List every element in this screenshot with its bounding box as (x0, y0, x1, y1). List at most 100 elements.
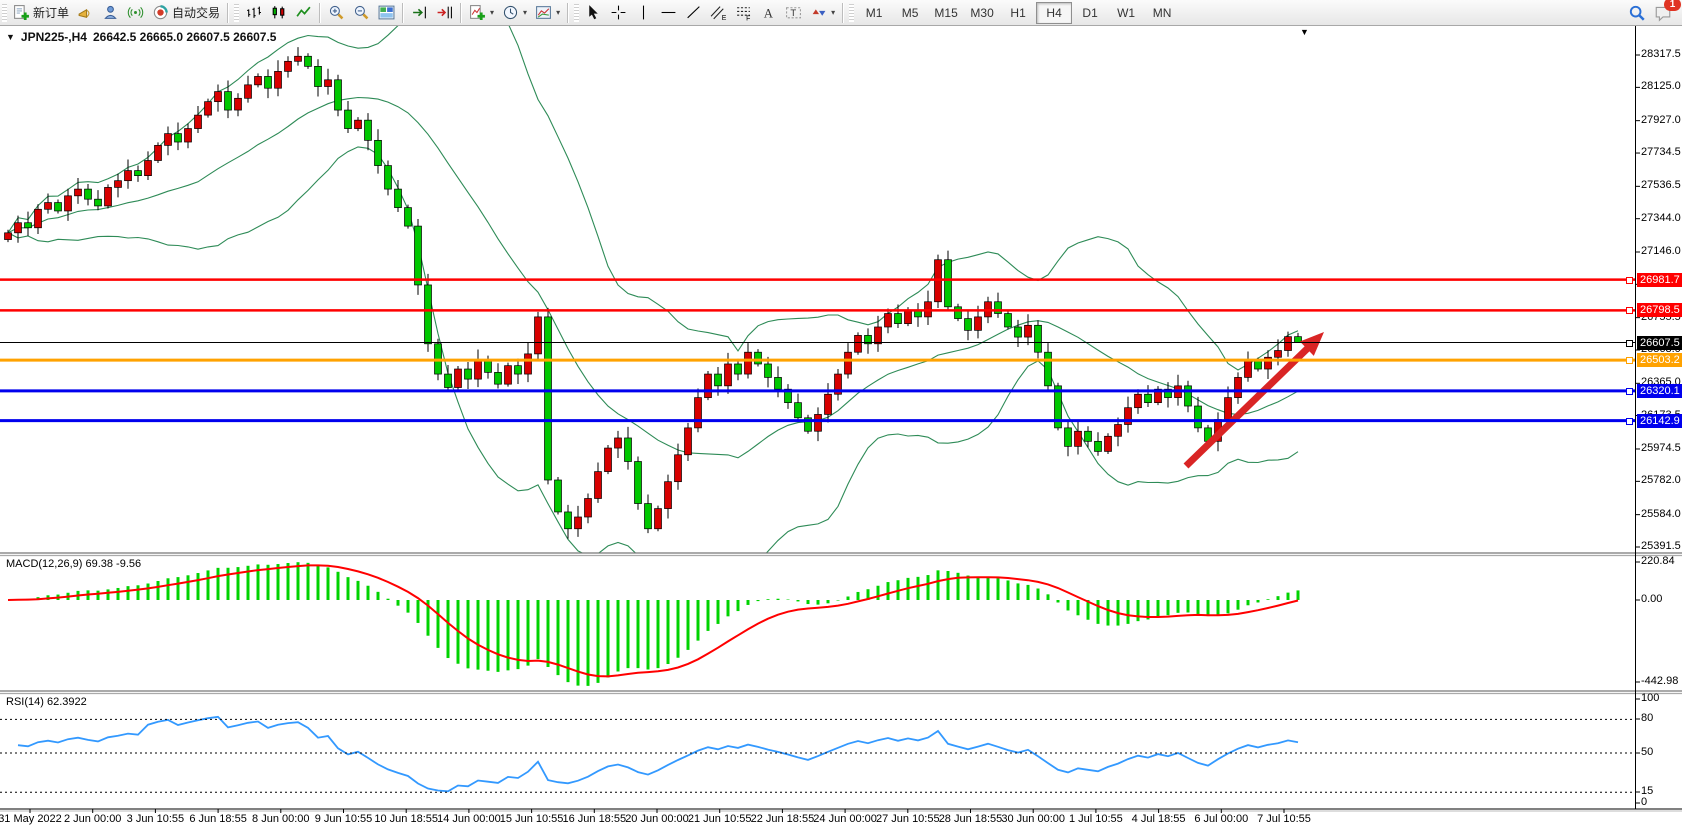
zoom-in-button[interactable] (324, 1, 349, 24)
auto-trading-label: 自动交易 (172, 4, 220, 21)
candle-body (535, 317, 542, 354)
candle-body (295, 56, 302, 61)
candle-body (365, 120, 372, 140)
candle-body (425, 285, 432, 344)
candle-body (1185, 386, 1192, 406)
arrows-button[interactable]: ▾ (806, 1, 839, 24)
candle-body (625, 438, 632, 462)
fibonacci-button[interactable]: F (731, 1, 756, 24)
mt4-window: 新订单 自动交易 (0, 0, 1682, 830)
text-button[interactable]: A (756, 1, 781, 24)
market-watch-button[interactable] (73, 1, 98, 24)
new-order-label: 新订单 (33, 4, 69, 21)
toolbar-grip (574, 4, 579, 22)
chart-shift-button[interactable] (432, 1, 457, 24)
timeframe-D1[interactable]: D1 (1072, 2, 1108, 24)
candle-body (655, 509, 662, 529)
candle-body (1085, 431, 1092, 441)
candle-body (125, 171, 132, 181)
timeframe-M30[interactable]: M30 (964, 2, 1000, 24)
equidistant-channel-button[interactable]: E (706, 1, 731, 24)
bar-chart-button[interactable] (241, 1, 266, 24)
candle-body (415, 226, 422, 285)
horizontal-line-button[interactable] (656, 1, 681, 24)
line-chart-button[interactable] (291, 1, 316, 24)
candle-body (1035, 325, 1042, 352)
signal-button[interactable] (123, 1, 148, 24)
zoom-out-button[interactable] (349, 1, 374, 24)
candlestick-chart-button[interactable] (266, 1, 291, 24)
trendline-icon (685, 4, 702, 21)
auto-scroll-icon (411, 4, 428, 21)
candle-body (515, 366, 522, 374)
timeframe-H1[interactable]: H1 (1000, 2, 1036, 24)
candle-body (495, 372, 502, 384)
candle-body (1145, 394, 1152, 402)
candle-body (55, 203, 62, 211)
new-order-icon (13, 4, 30, 21)
crosshair-icon (610, 4, 627, 21)
candle-body (225, 92, 232, 110)
candle-body (75, 189, 82, 196)
candle-body (1285, 337, 1292, 351)
candle-body (1075, 431, 1082, 446)
search-button[interactable] (1624, 1, 1650, 24)
candle-body (285, 61, 292, 71)
symbol-dropdown-icon[interactable]: ▼ (6, 32, 15, 42)
timeframe-MN[interactable]: MN (1144, 2, 1180, 24)
vertical-line-button[interactable] (631, 1, 656, 24)
candle-body (795, 403, 802, 418)
candle-body (1235, 377, 1242, 397)
macd-pane[interactable] (8, 562, 1298, 686)
candle-body (65, 196, 72, 211)
auto-trading-button[interactable]: 自动交易 (148, 1, 224, 24)
trendline-button[interactable] (681, 1, 706, 24)
indicators-button[interactable]: ▾ (465, 1, 498, 24)
chart-canvas[interactable] (0, 0, 1682, 830)
macd-signal-line (8, 565, 1298, 676)
candle-body (945, 260, 952, 307)
equidistant-channel-icon: E (710, 4, 727, 21)
candle-body (745, 352, 752, 374)
candle-body (345, 110, 352, 128)
periods-button[interactable]: ▾ (498, 1, 531, 24)
candle-body (1065, 428, 1072, 446)
bollinger-upper-band (8, 0, 1298, 370)
candle-body (645, 504, 652, 529)
candle-body (825, 394, 832, 414)
timeframe-W1[interactable]: W1 (1108, 2, 1144, 24)
timeframe-H4[interactable]: H4 (1036, 2, 1072, 24)
templates-button[interactable]: ▾ (531, 1, 564, 24)
rsi-pane[interactable] (18, 717, 1298, 792)
chart-title: ▼ JPN225-,H4 26642.5 26665.0 26607.5 266… (6, 30, 276, 44)
candle-body (705, 374, 712, 398)
templates-icon (535, 4, 552, 21)
macd-indicator-label: MACD(12,26,9) 69.38 -9.56 (6, 558, 141, 570)
crosshair-button[interactable] (606, 1, 631, 24)
svg-text:F: F (746, 15, 750, 21)
svg-text:E: E (722, 15, 727, 21)
auto-scroll-button[interactable] (407, 1, 432, 24)
svg-text:T: T (790, 8, 796, 19)
profile-button[interactable] (98, 1, 123, 24)
dropdown-arrow-icon: ▾ (490, 8, 494, 17)
signal-icon (127, 4, 144, 21)
main-pane[interactable] (5, 0, 1325, 579)
tile-windows-button[interactable] (374, 1, 399, 24)
candle-body (695, 398, 702, 428)
cursor-button[interactable] (581, 1, 606, 24)
bollinger-middle-band (8, 98, 1298, 458)
candle-body (35, 209, 42, 227)
timeframe-M15[interactable]: M15 (928, 2, 964, 24)
candle-body (575, 517, 582, 529)
candle-body (95, 199, 102, 206)
chart-shift-marker[interactable]: ▼ (1300, 27, 1309, 37)
candle-body (595, 472, 602, 499)
timeframe-M1[interactable]: M1 (856, 2, 892, 24)
text-label-button[interactable]: T (781, 1, 806, 24)
notifications-button[interactable]: 1 (1650, 1, 1676, 24)
new-order-button[interactable]: 新订单 (9, 1, 73, 24)
horn-icon (77, 4, 94, 21)
timeframe-M5[interactable]: M5 (892, 2, 928, 24)
zoom-out-icon (353, 4, 370, 21)
